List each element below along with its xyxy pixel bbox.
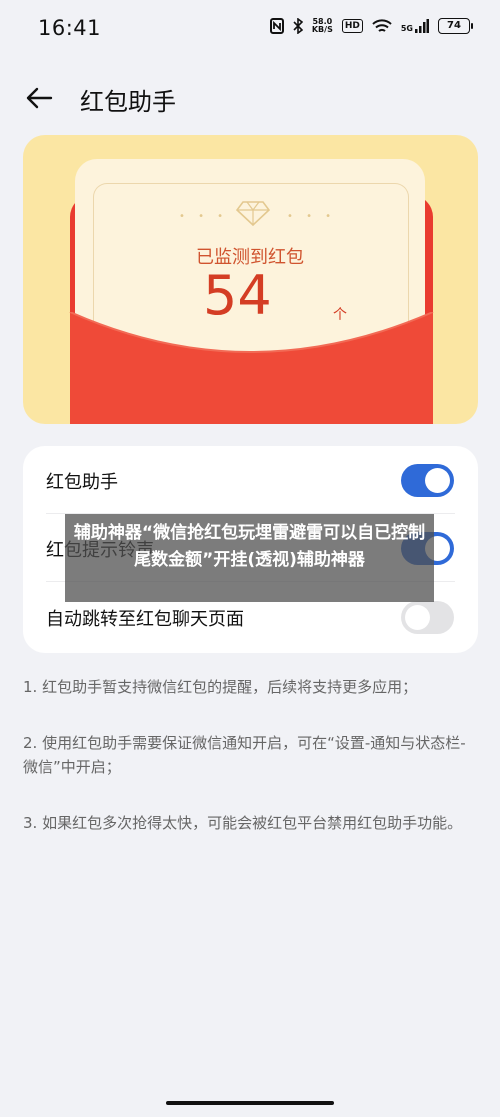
signal-icon	[415, 19, 429, 33]
net-speed: 58.0 KB/S	[311, 17, 333, 34]
home-indicator[interactable]	[166, 1101, 334, 1105]
battery-icon: 74	[438, 18, 473, 34]
network-gen-label: 5G	[400, 24, 413, 33]
diamond-icon	[235, 201, 271, 227]
page-title: 红包助手	[80, 88, 176, 116]
wifi-icon	[372, 18, 392, 32]
toggle-knob	[405, 605, 430, 630]
overlay-text: 辅助神器“微信抢红包玩埋雷避雷可以自已控制尾数金额”开挂(透视)辅助神器	[73, 523, 426, 570]
setting-row-red-envelope-assistant[interactable]: 红包助手	[23, 446, 478, 514]
back-arrow-icon[interactable]	[24, 83, 54, 113]
nfc-icon	[269, 18, 284, 34]
red-envelope-assistant-toggle[interactable]	[401, 464, 454, 497]
decorative-dots-right: • • •	[287, 211, 337, 222]
watermark-overlay: 辅助神器“微信抢红包玩埋雷避雷可以自已控制尾数金额”开挂(透视)辅助神器	[65, 514, 434, 602]
decorative-dots-left: • • •	[179, 211, 229, 222]
signal-group: 5G	[401, 19, 429, 33]
note-item: 3. 如果红包多次抢得太快，可能会被红包平台禁用红包助手功能。	[23, 814, 463, 832]
setting-label: 自动跳转至红包聊天页面	[46, 609, 244, 630]
status-icons: 58.0 KB/S HD 5G 74	[269, 17, 473, 34]
toggle-knob	[425, 468, 450, 493]
red-envelope-banner: • • • • • • 已监测到红包 54 个	[23, 135, 478, 424]
battery-level: 74	[447, 20, 461, 31]
status-bar: 16:41 58.0 KB/S HD 5G 74	[0, 0, 500, 60]
bluetooth-icon	[293, 18, 303, 34]
note-item: 2. 使用红包助手需要保证微信通知开启，可在“设置-通知与状态栏-微信”中开启；	[23, 734, 466, 776]
setting-label: 红包助手	[46, 472, 118, 493]
notes-section: 1. 红包助手暂支持微信红包的提醒，后续将支持更多应用； 2. 使用红包助手需要…	[23, 675, 478, 867]
hd-badge: HD	[341, 19, 363, 33]
auto-jump-toggle[interactable]	[401, 601, 454, 634]
header: 红包助手	[0, 70, 500, 126]
note-item: 1. 红包助手暂支持微信红包的提醒，后续将支持更多应用；	[23, 678, 418, 696]
envelope-front	[69, 312, 434, 424]
status-time: 16:41	[38, 16, 102, 40]
